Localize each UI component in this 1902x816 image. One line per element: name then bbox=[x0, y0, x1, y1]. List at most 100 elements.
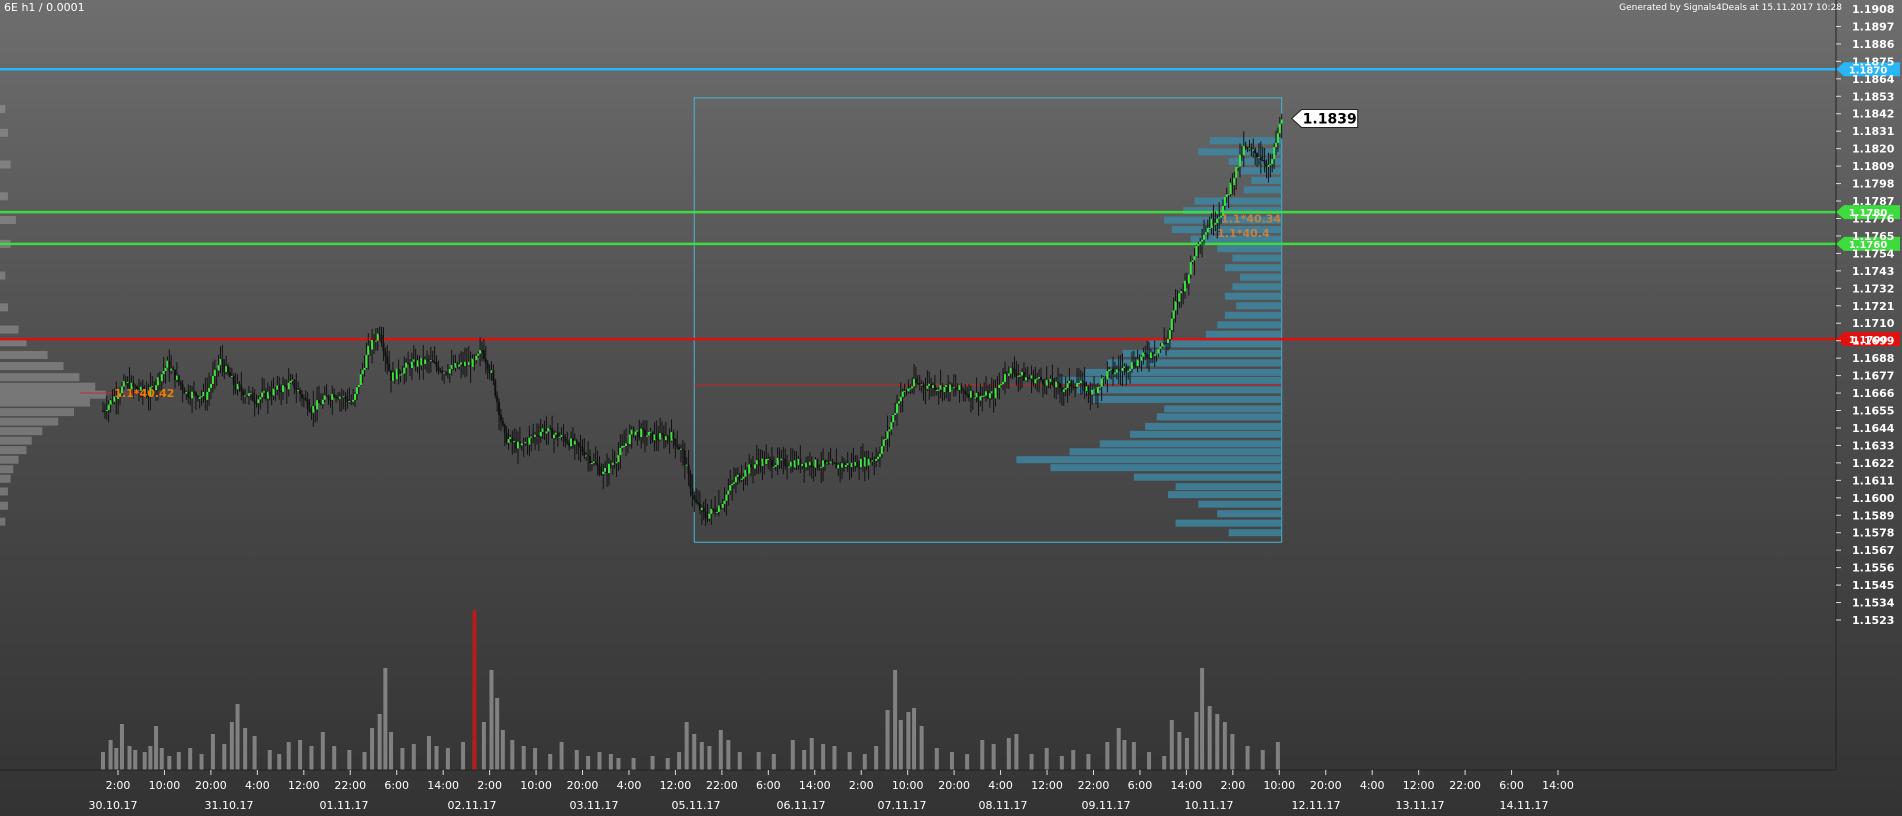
candle-body bbox=[1030, 375, 1033, 379]
candle-body bbox=[477, 353, 480, 356]
date-label: 07.11.17 bbox=[878, 799, 927, 812]
candle-body bbox=[249, 393, 252, 395]
candle-body bbox=[913, 378, 916, 387]
candle-body bbox=[511, 437, 514, 443]
candle-body bbox=[1072, 386, 1075, 388]
x-tick-label: 20:00 bbox=[938, 779, 970, 792]
candle-body bbox=[325, 395, 328, 397]
candle-body bbox=[981, 395, 984, 397]
candle-body bbox=[1038, 376, 1041, 379]
volume-bar bbox=[481, 722, 486, 770]
candle-body bbox=[570, 438, 573, 447]
candle-body bbox=[1170, 318, 1173, 331]
candle-body bbox=[503, 424, 506, 433]
last-price-callout: 1.1839 bbox=[1290, 109, 1359, 129]
profile-level-label: 1.1*40.4 bbox=[1217, 227, 1270, 240]
candle-body bbox=[860, 458, 862, 468]
candle-body bbox=[1184, 280, 1187, 292]
candle-body bbox=[689, 473, 692, 489]
candle-body bbox=[1223, 196, 1226, 206]
candle-body bbox=[1144, 352, 1147, 355]
candle-body bbox=[632, 429, 635, 436]
candle-body bbox=[609, 463, 612, 465]
candle-body bbox=[1093, 389, 1096, 391]
volume-bar bbox=[383, 668, 388, 770]
x-tick-label: 14:00 bbox=[1542, 779, 1574, 792]
volume-bar bbox=[737, 752, 742, 770]
candle-body bbox=[213, 369, 216, 377]
candle-body bbox=[784, 458, 787, 466]
volume-bar bbox=[1071, 750, 1076, 770]
candle-body bbox=[714, 509, 717, 512]
candle-body bbox=[810, 461, 813, 468]
candle-body bbox=[187, 391, 190, 398]
volume-bar bbox=[631, 758, 636, 770]
candle-body bbox=[175, 375, 178, 380]
volume-bar bbox=[235, 704, 240, 770]
candle-body bbox=[329, 399, 332, 401]
candle-body bbox=[706, 518, 709, 520]
candle-body bbox=[194, 392, 197, 396]
candle-body bbox=[547, 427, 550, 432]
volume-bar bbox=[718, 730, 723, 770]
candle-body bbox=[988, 393, 991, 399]
left-profile-bar bbox=[0, 474, 11, 483]
candle-body bbox=[992, 391, 995, 399]
candle-body bbox=[744, 469, 747, 477]
candle-body bbox=[1087, 386, 1090, 393]
profile-bar bbox=[1164, 405, 1282, 413]
volume-bar bbox=[309, 746, 314, 770]
volume-bar bbox=[154, 726, 159, 770]
left-profile-bar bbox=[0, 417, 59, 426]
profile-bar bbox=[1198, 500, 1282, 508]
candle-body bbox=[634, 431, 637, 436]
candle-body bbox=[211, 376, 214, 384]
candle-body bbox=[505, 432, 508, 443]
y-tick-label: 1.1798 bbox=[1852, 178, 1894, 191]
candle-body bbox=[1112, 368, 1115, 375]
y-tick-label: 1.1853 bbox=[1852, 90, 1894, 103]
volume-bar bbox=[167, 756, 172, 770]
candle-body bbox=[1185, 280, 1188, 284]
candle-body bbox=[1263, 160, 1266, 165]
volume-bar bbox=[510, 740, 515, 770]
candle-body bbox=[681, 448, 684, 451]
candle-body bbox=[418, 360, 421, 366]
candle-body bbox=[829, 461, 832, 464]
volume-bar bbox=[1184, 738, 1189, 770]
candle-body bbox=[1269, 164, 1272, 166]
candlestick-chart[interactable]: 6E h1 / 0.0001 Generated by Signals4Deal… bbox=[0, 0, 1902, 816]
candle-body bbox=[272, 388, 275, 396]
candle-body bbox=[467, 361, 470, 365]
candle-body bbox=[246, 395, 249, 397]
candle-body bbox=[719, 505, 722, 508]
candle-body bbox=[708, 513, 711, 519]
candle-body bbox=[172, 368, 175, 370]
y-tick-label: 1.1886 bbox=[1852, 38, 1895, 51]
volume-bar bbox=[1230, 734, 1235, 770]
profile-bar bbox=[1016, 456, 1282, 464]
profile-bar bbox=[1130, 430, 1282, 438]
x-tick-label: 22:00 bbox=[706, 779, 738, 792]
candle-body bbox=[566, 441, 569, 443]
candle-body bbox=[344, 396, 347, 400]
candle-body bbox=[412, 359, 415, 362]
candle-body bbox=[1252, 149, 1255, 151]
candle-body bbox=[300, 394, 303, 399]
candle-body bbox=[484, 358, 487, 364]
candle-body bbox=[253, 400, 256, 403]
candle-body bbox=[475, 355, 478, 361]
x-tick-label: 6:00 bbox=[1499, 779, 1524, 792]
candle-body bbox=[285, 385, 288, 390]
x-tick-label: 2:00 bbox=[106, 779, 131, 792]
left-profile-bar bbox=[0, 487, 8, 496]
candle-body bbox=[263, 391, 266, 393]
candle-body bbox=[791, 461, 794, 468]
candle-body bbox=[1005, 374, 1008, 376]
candle-body bbox=[1172, 310, 1175, 319]
candle-body bbox=[1113, 372, 1116, 375]
candle-body bbox=[181, 384, 184, 390]
candle-body bbox=[920, 384, 923, 386]
candle-body bbox=[1261, 159, 1264, 161]
poc-label: 1.1*40.42 bbox=[114, 387, 174, 400]
